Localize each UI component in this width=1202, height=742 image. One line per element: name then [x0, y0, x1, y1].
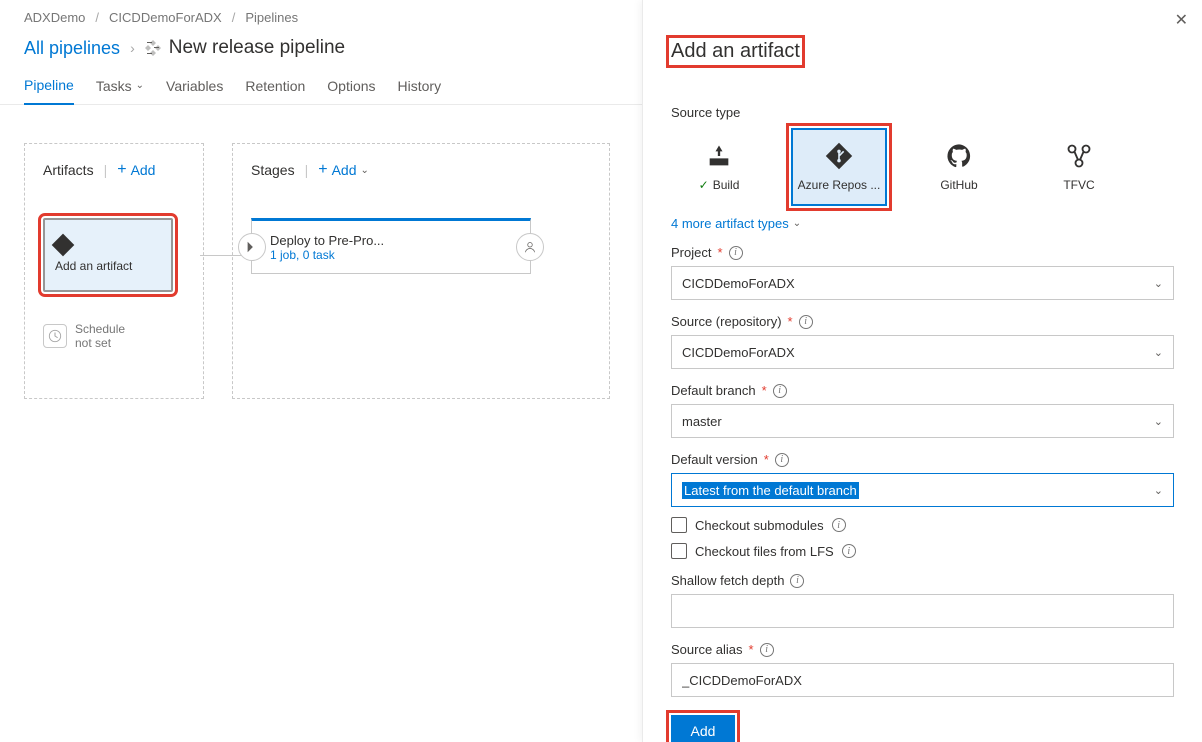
github-icon: [945, 142, 973, 170]
build-icon: [705, 142, 733, 170]
stage-name: Deploy to Pre-Pro...: [270, 233, 512, 248]
git-diamond-icon: [825, 142, 853, 170]
close-icon[interactable]: ✕: [1175, 10, 1188, 30]
artifacts-add-link[interactable]: + Add: [117, 162, 155, 178]
chevron-down-icon: ⌄: [1154, 277, 1163, 290]
checkout-submodules-checkbox[interactable]: [671, 517, 687, 533]
person-icon: [524, 241, 536, 253]
chevron-down-icon: ⌄: [1154, 346, 1163, 359]
breadcrumb-item[interactable]: Pipelines: [245, 10, 298, 25]
shallow-depth-input[interactable]: [671, 594, 1174, 628]
stages-add-link[interactable]: + Add ⌄: [318, 162, 369, 178]
artifacts-heading: Artifacts: [43, 162, 94, 178]
chevron-down-icon: ⌄: [793, 218, 801, 229]
plus-icon: +: [117, 162, 126, 178]
plus-icon: +: [318, 162, 327, 178]
schedule-row[interactable]: Schedule not set: [43, 322, 185, 350]
tab-options[interactable]: Options: [327, 69, 375, 104]
stages-column: Stages | + Add ⌄ Deploy to Pre-Pro... 1 …: [232, 143, 610, 399]
source-tile-build[interactable]: ✓Build: [671, 128, 767, 206]
source-alias-input[interactable]: [671, 663, 1174, 697]
project-label: Project: [671, 245, 711, 260]
pipeline-title: New release pipeline: [145, 37, 345, 59]
clock-icon: [43, 324, 67, 348]
chevron-down-icon: ⌄: [136, 80, 144, 91]
person-trigger-icon: [245, 240, 259, 254]
info-icon[interactable]: i: [832, 518, 846, 532]
default-version-select[interactable]: Latest from the default branch⌄: [671, 473, 1174, 507]
post-deploy-conditions[interactable]: [516, 233, 544, 261]
info-icon[interactable]: i: [773, 384, 787, 398]
info-icon[interactable]: i: [760, 643, 774, 657]
stage-jobs-link[interactable]: 1 job, 0 task: [270, 248, 512, 262]
source-repo-label: Source (repository): [671, 314, 782, 329]
more-artifact-types-link[interactable]: 4 more artifact types ⌄: [671, 216, 1174, 231]
checkout-lfs-checkbox[interactable]: [671, 543, 687, 559]
info-icon[interactable]: i: [775, 453, 789, 467]
pre-deploy-conditions[interactable]: [238, 233, 266, 261]
source-alias-label: Source alias: [671, 642, 743, 657]
shallow-depth-label: Shallow fetch depth: [671, 573, 784, 588]
stages-heading: Stages: [251, 162, 295, 178]
source-type-grid: ✓Build Azure Repos ... GitHub TFVC: [671, 128, 1174, 206]
tab-retention[interactable]: Retention: [245, 69, 305, 104]
chevron-right-icon: ›: [130, 40, 135, 56]
tab-tasks[interactable]: Tasks⌄: [96, 69, 144, 104]
add-artifact-panel: ✕ Add an artifact Source type ✓Build Azu…: [642, 0, 1202, 742]
source-type-label: Source type: [671, 105, 1174, 120]
chevron-down-icon: ⌄: [361, 165, 369, 176]
default-version-label: Default version: [671, 452, 758, 467]
chevron-down-icon: ⌄: [1154, 415, 1163, 428]
info-icon[interactable]: i: [842, 544, 856, 558]
all-pipelines-link[interactable]: All pipelines: [24, 38, 120, 59]
default-branch-select[interactable]: master⌄: [671, 404, 1174, 438]
info-icon[interactable]: i: [729, 246, 743, 260]
breadcrumb-sep: /: [95, 10, 99, 25]
rocket-icon: [145, 40, 161, 56]
source-tile-github[interactable]: GitHub: [911, 128, 1007, 206]
tab-pipeline[interactable]: Pipeline: [24, 69, 74, 105]
info-icon[interactable]: i: [799, 315, 813, 329]
source-tile-azure-repos[interactable]: Azure Repos ...: [791, 128, 887, 206]
checkout-lfs-label: Checkout files from LFS: [695, 544, 834, 559]
add-button[interactable]: Add: [671, 715, 735, 742]
breadcrumb-item[interactable]: ADXDemo: [24, 10, 85, 25]
add-artifact-card[interactable]: Add an artifact: [43, 218, 173, 292]
tab-variables[interactable]: Variables: [166, 69, 223, 104]
project-select[interactable]: CICDDemoForADX⌄: [671, 266, 1174, 300]
info-icon[interactable]: i: [790, 574, 804, 588]
tfvc-icon: [1065, 142, 1093, 170]
source-repo-select[interactable]: CICDDemoForADX⌄: [671, 335, 1174, 369]
chevron-down-icon: ⌄: [1154, 484, 1163, 497]
default-branch-label: Default branch: [671, 383, 756, 398]
artifacts-column: Artifacts | + Add Add an artifact Schedu…: [24, 143, 204, 399]
stage-card[interactable]: Deploy to Pre-Pro... 1 job, 0 task: [251, 218, 531, 274]
source-tile-tfvc[interactable]: TFVC: [1031, 128, 1127, 206]
panel-title: Add an artifact: [671, 40, 800, 63]
checkout-submodules-label: Checkout submodules: [695, 518, 824, 533]
breadcrumb-item[interactable]: CICDDemoForADX: [109, 10, 222, 25]
add-artifact-label: Add an artifact: [55, 259, 161, 273]
tab-history[interactable]: History: [398, 69, 442, 104]
artifact-icon: [52, 234, 75, 257]
breadcrumb-sep: /: [232, 10, 236, 25]
